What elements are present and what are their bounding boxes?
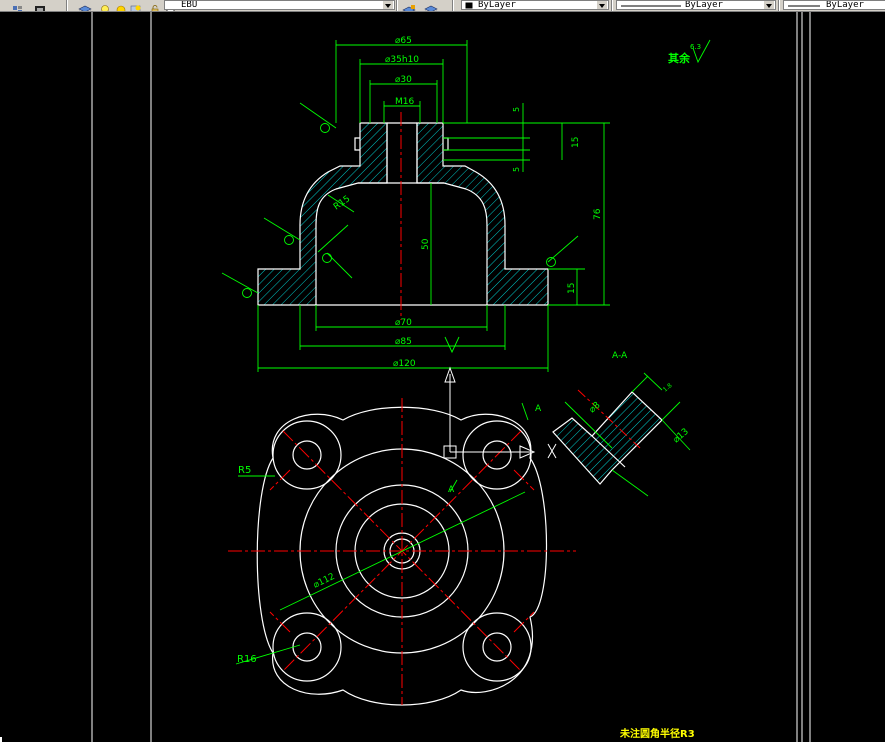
section-dim-small: 1.8 <box>662 382 674 394</box>
layers-icon[interactable] <box>78 0 92 11</box>
toolbar-separator <box>396 0 398 11</box>
dim-d85-label: ⌀85 <box>395 337 412 347</box>
toolbar-separator <box>66 0 68 11</box>
viewport-freeze-icon[interactable] <box>130 0 142 11</box>
roughness-note: 其余 <box>668 51 691 65</box>
toolbar-separator <box>452 0 454 11</box>
lineweight-control-value: ByLayer <box>826 0 864 10</box>
dim-76-label: 76 <box>593 208 603 220</box>
chevron-down-icon[interactable] <box>597 1 607 9</box>
dim-15-top-label: 15 <box>571 137 581 148</box>
linetype-control-value: ByLayer <box>685 0 723 10</box>
front-section-view[interactable]: ⌀65 ⌀35h10 ⌀30 M16 5 5 15 76 R15 50 15 ⌀… <box>221 36 711 372</box>
drawing-canvas[interactable]: ⌀65 ⌀35h10 ⌀30 M16 5 5 15 76 R15 50 15 ⌀… <box>0 12 885 742</box>
dim-5a-label: 5 <box>512 107 521 112</box>
layer-dropdown-value: EBU <box>181 0 198 10</box>
top-view-dimension-lines <box>235 402 529 665</box>
section-dim-d13: ⌀13 <box>672 427 691 446</box>
chevron-down-icon[interactable] <box>764 1 774 9</box>
dim-d112-label: ⌀112 <box>312 572 337 591</box>
linetype-control-dropdown[interactable]: ByLayer <box>616 0 776 10</box>
freeze-sun-icon[interactable] <box>116 0 128 11</box>
dim-d30-label: ⌀30 <box>395 75 412 85</box>
color-control-value: ByLayer <box>478 0 516 10</box>
dim-r15-label: R15 <box>332 194 352 212</box>
make-object-layer-current-icon[interactable] <box>402 0 416 11</box>
section-dim-d8: ⌀8 <box>588 400 603 415</box>
lineweight-control-dropdown[interactable]: ByLayer <box>783 0 885 10</box>
canvas-corner-marker <box>0 737 2 742</box>
properties-toolbar: EBU ByLayer ByLayer ByLayer <box>0 0 885 12</box>
layer-previous-icon[interactable] <box>424 0 438 11</box>
dim-d65-label: ⌀65 <box>395 36 412 46</box>
dim-r5-label: R5 <box>238 465 251 476</box>
chevron-down-icon[interactable] <box>383 1 393 9</box>
hatched-wall-left <box>257 122 388 306</box>
cut-label-a1: A <box>535 404 542 414</box>
dim-r16-label: R16 <box>237 654 257 665</box>
dim-d120-label: ⌀120 <box>393 359 416 369</box>
layer-manager-icon[interactable] <box>12 0 24 11</box>
bottom-note: 未注圆角半径R3 <box>619 727 695 740</box>
top-view[interactable]: R5 ⌀112 R16 A A <box>228 398 576 706</box>
dim-d70-label: ⌀70 <box>395 318 412 328</box>
layer-state-icon[interactable] <box>34 0 46 11</box>
section-label: A-A <box>612 351 628 361</box>
layer-dropdown[interactable]: EBU <box>164 0 395 10</box>
dim-15-bottom-label: 15 <box>567 283 577 294</box>
toolbar-separator <box>778 0 780 11</box>
dim-d35h10-label: ⌀35h10 <box>385 55 419 65</box>
roughness-value: 6.3 <box>690 43 701 51</box>
dim-5b-label: 5 <box>512 167 521 172</box>
lock-icon[interactable] <box>150 0 162 11</box>
dim-m16-label: M16 <box>395 97 414 107</box>
toolbar-separator <box>611 0 613 11</box>
sheet-border <box>91 12 811 742</box>
color-control-dropdown[interactable]: ByLayer <box>461 0 609 10</box>
dim-50-label: 50 <box>421 238 431 250</box>
lightbulb-icon[interactable] <box>100 0 112 11</box>
section-aa-view[interactable]: A-A ⌀8 ⌀13 1.8 <box>552 351 691 497</box>
cut-label-a2: A <box>448 485 455 495</box>
